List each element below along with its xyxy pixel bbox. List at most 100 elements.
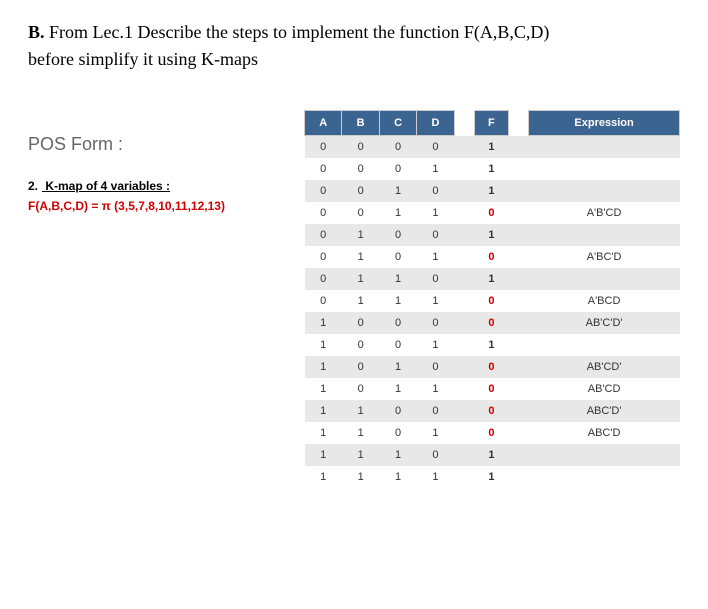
question-subheading: before simplify it using K-maps xyxy=(28,49,680,70)
cell-spacer xyxy=(454,466,474,488)
table-row: 00101 xyxy=(305,180,680,202)
cell-expression: A'B'CD xyxy=(529,202,680,224)
cell-d: 1 xyxy=(417,158,454,180)
cell-b: 0 xyxy=(342,136,379,159)
cell-spacer xyxy=(454,444,474,466)
cell-expression xyxy=(529,136,680,159)
function-definition: F(A,B,C,D) = π (3,5,7,8,10,11,12,13) xyxy=(28,199,288,213)
cell-expression xyxy=(529,158,680,180)
cell-b: 1 xyxy=(342,290,379,312)
cell-f: 1 xyxy=(474,466,509,488)
kmap-label-text: K-map of 4 variables : xyxy=(45,179,170,193)
cell-c: 1 xyxy=(379,466,416,488)
header-f: F xyxy=(474,111,509,136)
cell-c: 1 xyxy=(379,378,416,400)
cell-expression: AB'C'D' xyxy=(529,312,680,334)
cell-spacer xyxy=(509,334,529,356)
cell-spacer xyxy=(509,268,529,290)
cell-spacer xyxy=(454,202,474,224)
cell-expression: A'BC'D xyxy=(529,246,680,268)
cell-b: 0 xyxy=(342,312,379,334)
cell-spacer xyxy=(454,246,474,268)
cell-a: 1 xyxy=(305,334,342,356)
cell-d: 0 xyxy=(417,444,454,466)
cell-expression: A'BCD xyxy=(529,290,680,312)
cell-expression xyxy=(529,444,680,466)
cell-c: 0 xyxy=(379,158,416,180)
table-row: 11111 xyxy=(305,466,680,488)
cell-expression: AB'CD' xyxy=(529,356,680,378)
cell-spacer xyxy=(509,400,529,422)
table-row: 10000AB'C'D' xyxy=(305,312,680,334)
cell-b: 0 xyxy=(342,158,379,180)
table-row: 00001 xyxy=(305,136,680,159)
cell-f: 0 xyxy=(474,356,509,378)
cell-d: 1 xyxy=(417,378,454,400)
cell-a: 0 xyxy=(305,158,342,180)
cell-c: 1 xyxy=(379,202,416,224)
cell-d: 1 xyxy=(417,422,454,444)
cell-spacer xyxy=(509,290,529,312)
cell-c: 1 xyxy=(379,290,416,312)
cell-spacer xyxy=(454,180,474,202)
header-c: C xyxy=(379,111,416,136)
cell-expression xyxy=(529,224,680,246)
cell-c: 1 xyxy=(379,356,416,378)
cell-expression xyxy=(529,466,680,488)
cell-spacer xyxy=(454,224,474,246)
cell-f: 0 xyxy=(474,400,509,422)
cell-spacer xyxy=(454,356,474,378)
cell-f: 0 xyxy=(474,422,509,444)
cell-c: 1 xyxy=(379,268,416,290)
cell-d: 0 xyxy=(417,180,454,202)
cell-spacer xyxy=(509,356,529,378)
table-row: 11000ABC'D' xyxy=(305,400,680,422)
table-body: 00001000110010100110A'B'CD0100101010A'BC… xyxy=(305,136,680,489)
cell-a: 0 xyxy=(305,202,342,224)
left-column: POS Form : 2. K-map of 4 variables : F(A… xyxy=(28,110,288,488)
table-row: 00110A'B'CD xyxy=(305,202,680,224)
cell-spacer xyxy=(509,422,529,444)
table-row: 01101 xyxy=(305,268,680,290)
cell-a: 1 xyxy=(305,466,342,488)
cell-b: 1 xyxy=(342,466,379,488)
cell-c: 0 xyxy=(379,246,416,268)
cell-f: 0 xyxy=(474,202,509,224)
cell-b: 1 xyxy=(342,422,379,444)
table-header-row: A B C D F Expression xyxy=(305,111,680,136)
cell-a: 0 xyxy=(305,180,342,202)
cell-a: 1 xyxy=(305,444,342,466)
content-wrap: POS Form : 2. K-map of 4 variables : F(A… xyxy=(28,110,680,488)
cell-f: 1 xyxy=(474,180,509,202)
cell-d: 0 xyxy=(417,136,454,159)
cell-c: 0 xyxy=(379,334,416,356)
cell-d: 1 xyxy=(417,202,454,224)
cell-c: 0 xyxy=(379,400,416,422)
cell-d: 0 xyxy=(417,400,454,422)
cell-spacer xyxy=(454,312,474,334)
cell-spacer xyxy=(454,400,474,422)
cell-d: 1 xyxy=(417,290,454,312)
cell-f: 0 xyxy=(474,290,509,312)
cell-c: 0 xyxy=(379,312,416,334)
table-row: 11010ABC'D xyxy=(305,422,680,444)
cell-expression xyxy=(529,268,680,290)
cell-spacer xyxy=(454,378,474,400)
cell-d: 0 xyxy=(417,312,454,334)
kmap-heading: 2. K-map of 4 variables : xyxy=(28,179,288,193)
cell-a: 0 xyxy=(305,136,342,159)
cell-spacer xyxy=(454,268,474,290)
cell-spacer xyxy=(509,136,529,159)
cell-c: 1 xyxy=(379,444,416,466)
cell-spacer xyxy=(509,202,529,224)
truth-table: A B C D F Expression 0000100011001010011… xyxy=(304,110,680,488)
cell-f: 0 xyxy=(474,312,509,334)
heading-text: From Lec.1 Describe the steps to impleme… xyxy=(45,22,550,42)
cell-f: 1 xyxy=(474,444,509,466)
header-spacer xyxy=(454,111,474,136)
header-d: D xyxy=(417,111,454,136)
cell-c: 0 xyxy=(379,422,416,444)
cell-a: 1 xyxy=(305,422,342,444)
cell-a: 1 xyxy=(305,356,342,378)
cell-c: 0 xyxy=(379,224,416,246)
